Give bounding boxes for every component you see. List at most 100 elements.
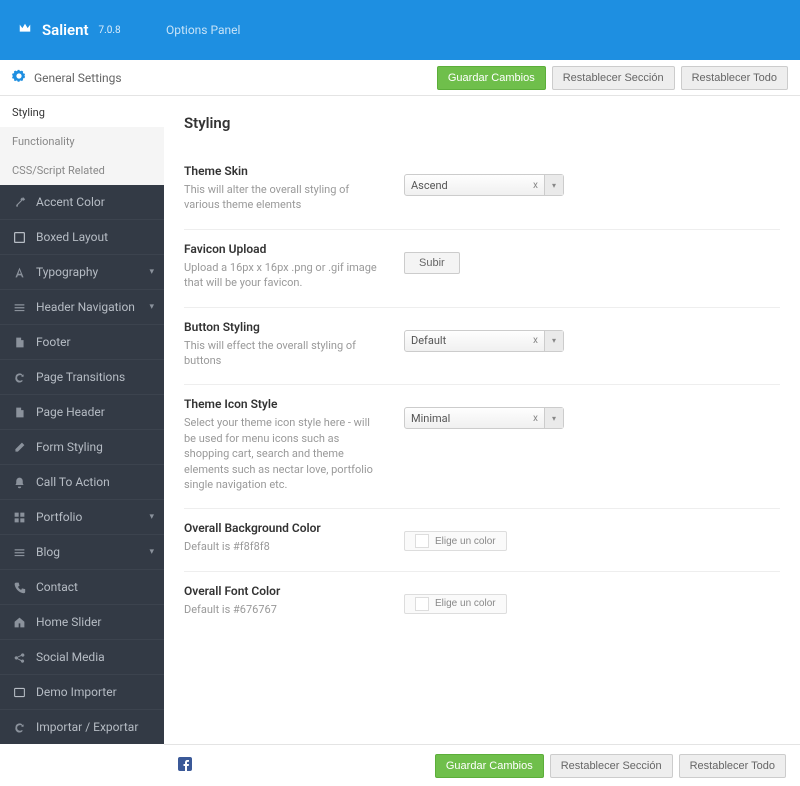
clear-icon[interactable]: x (527, 175, 545, 195)
upload-button[interactable]: Subir (404, 252, 460, 274)
field-title: Theme Icon Style (184, 397, 384, 411)
field-icon-style: Theme Icon Style Select your theme icon … (184, 385, 780, 509)
nav-item-contact[interactable]: Contact (0, 569, 164, 604)
field-desc: Default is #f8f8f8 (184, 539, 384, 554)
content: Styling Theme Skin This will alter the o… (164, 96, 800, 744)
color-swatch (415, 534, 429, 548)
field-desc: Select your theme icon style here - will… (184, 415, 384, 492)
eyedropper-icon (12, 196, 26, 209)
nav-label: Typography (36, 265, 98, 279)
chevron-down-icon: ▾ (149, 512, 154, 522)
nav-item-importar-exportar[interactable]: Importar / Exportar (0, 709, 164, 744)
select-value: Ascend (405, 179, 527, 192)
field-title: Overall Background Color (184, 521, 384, 535)
field-title: Overall Font Color (184, 584, 384, 598)
select-value: Minimal (405, 412, 527, 425)
nav-label: Home Slider (36, 615, 101, 629)
nav-item-footer[interactable]: Footer (0, 324, 164, 359)
field-title: Button Styling (184, 320, 384, 334)
save-button[interactable]: Guardar Cambios (437, 66, 546, 90)
chevron-down-icon[interactable]: ▾ (545, 331, 563, 351)
nav-item-boxed-layout[interactable]: Boxed Layout (0, 219, 164, 254)
field-title: Theme Skin (184, 164, 384, 178)
edit-icon (12, 441, 26, 454)
clear-icon[interactable]: x (527, 331, 545, 351)
home-icon (12, 616, 26, 629)
chevron-down-icon: ▾ (149, 302, 154, 312)
menu-icon (12, 301, 26, 314)
field-desc: This will alter the overall styling of v… (184, 182, 384, 213)
nav-label: Importar / Exportar (36, 720, 138, 734)
nav-item-portfolio[interactable]: Portfolio ▾ (0, 499, 164, 534)
nav-item-page-header[interactable]: Page Header (0, 394, 164, 429)
brand: Salient 7.0.8 (16, 21, 166, 39)
chevron-down-icon[interactable]: ▾ (545, 408, 563, 428)
chevron-down-icon[interactable]: ▾ (545, 175, 563, 195)
clear-icon[interactable]: x (527, 408, 545, 428)
nav-item-accent-color[interactable]: Accent Color (0, 185, 164, 219)
subheader: General Settings Guardar Cambios Restabl… (0, 60, 800, 96)
reset-all-button[interactable]: Restablecer Todo (681, 66, 788, 90)
share-icon (12, 651, 26, 664)
reset-all-button-footer[interactable]: Restablecer Todo (679, 754, 786, 778)
grid-icon (12, 511, 26, 524)
chevron-down-icon: ▾ (149, 267, 154, 277)
nav-item-blog[interactable]: Blog ▾ (0, 534, 164, 569)
icon-style-select[interactable]: Minimal x ▾ (404, 407, 564, 429)
nav-label: Demo Importer (36, 685, 117, 699)
field-font-color: Overall Font Color Default is #676767 El… (184, 572, 780, 633)
theme-skin-select[interactable]: Ascend x ▾ (404, 174, 564, 196)
font-color-picker[interactable]: Elige un color (404, 594, 507, 614)
nav-item-social-media[interactable]: Social Media (0, 639, 164, 674)
bg-color-picker[interactable]: Elige un color (404, 531, 507, 551)
facebook-icon[interactable] (178, 757, 192, 774)
nav-item-header-navigation[interactable]: Header Navigation ▾ (0, 289, 164, 324)
nav-label: Accent Color (36, 195, 105, 209)
crown-icon (16, 22, 34, 39)
field-theme-skin: Theme Skin This will alter the overall s… (184, 152, 780, 230)
nav-item-typography[interactable]: Typography ▾ (0, 254, 164, 289)
nav-item-demo-importer[interactable]: Demo Importer (0, 674, 164, 709)
save-button-footer[interactable]: Guardar Cambios (435, 754, 544, 778)
field-desc: This will effect the overall styling of … (184, 338, 384, 369)
subtabs: Styling Functionality CSS/Script Related (0, 96, 164, 185)
nav-label: Header Navigation (36, 300, 135, 314)
nav-label: Form Styling (36, 440, 103, 454)
nav-item-home-slider[interactable]: Home Slider (0, 604, 164, 639)
color-swatch (415, 597, 429, 611)
reset-section-button[interactable]: Restablecer Sección (552, 66, 675, 90)
field-desc: Upload a 16px x 16px .png or .gif image … (184, 260, 384, 291)
brand-version: 7.0.8 (99, 25, 121, 36)
nav-label: Footer (36, 335, 71, 349)
sidebar: Styling Functionality CSS/Script Related… (0, 96, 164, 744)
gear-icon (12, 69, 26, 86)
nav-label: Blog (36, 545, 60, 559)
page-title: Styling (184, 114, 780, 132)
nav-label: Boxed Layout (36, 230, 108, 244)
topbar: Salient 7.0.8 Options Panel (0, 0, 800, 60)
doc-icon (12, 336, 26, 349)
refresh-icon (12, 721, 26, 734)
font-icon (12, 266, 26, 279)
field-favicon: Favicon Upload Upload a 16px x 16px .png… (184, 230, 780, 308)
doc-icon (12, 406, 26, 419)
brand-name: Salient (42, 21, 89, 39)
nav-item-call-to-action[interactable]: Call To Action (0, 464, 164, 499)
phone-icon (12, 581, 26, 594)
nav-item-form-styling[interactable]: Form Styling (0, 429, 164, 464)
select-value: Default (405, 334, 527, 347)
menu-icon (12, 546, 26, 559)
reset-section-button-footer[interactable]: Restablecer Sección (550, 754, 673, 778)
nav-label: Portfolio (36, 510, 82, 524)
button-styling-select[interactable]: Default x ▾ (404, 330, 564, 352)
field-title: Favicon Upload (184, 242, 384, 256)
nav-item-page-transitions[interactable]: Page Transitions (0, 359, 164, 394)
nav-label: Call To Action (36, 475, 110, 489)
nav-label: Social Media (36, 650, 105, 664)
subtab-css-script[interactable]: CSS/Script Related (0, 156, 164, 185)
bell-icon (12, 476, 26, 489)
nav-label: Contact (36, 580, 78, 594)
subtab-functionality[interactable]: Functionality (0, 127, 164, 156)
chevron-down-icon: ▾ (149, 547, 154, 557)
subtab-styling[interactable]: Styling (0, 96, 164, 127)
